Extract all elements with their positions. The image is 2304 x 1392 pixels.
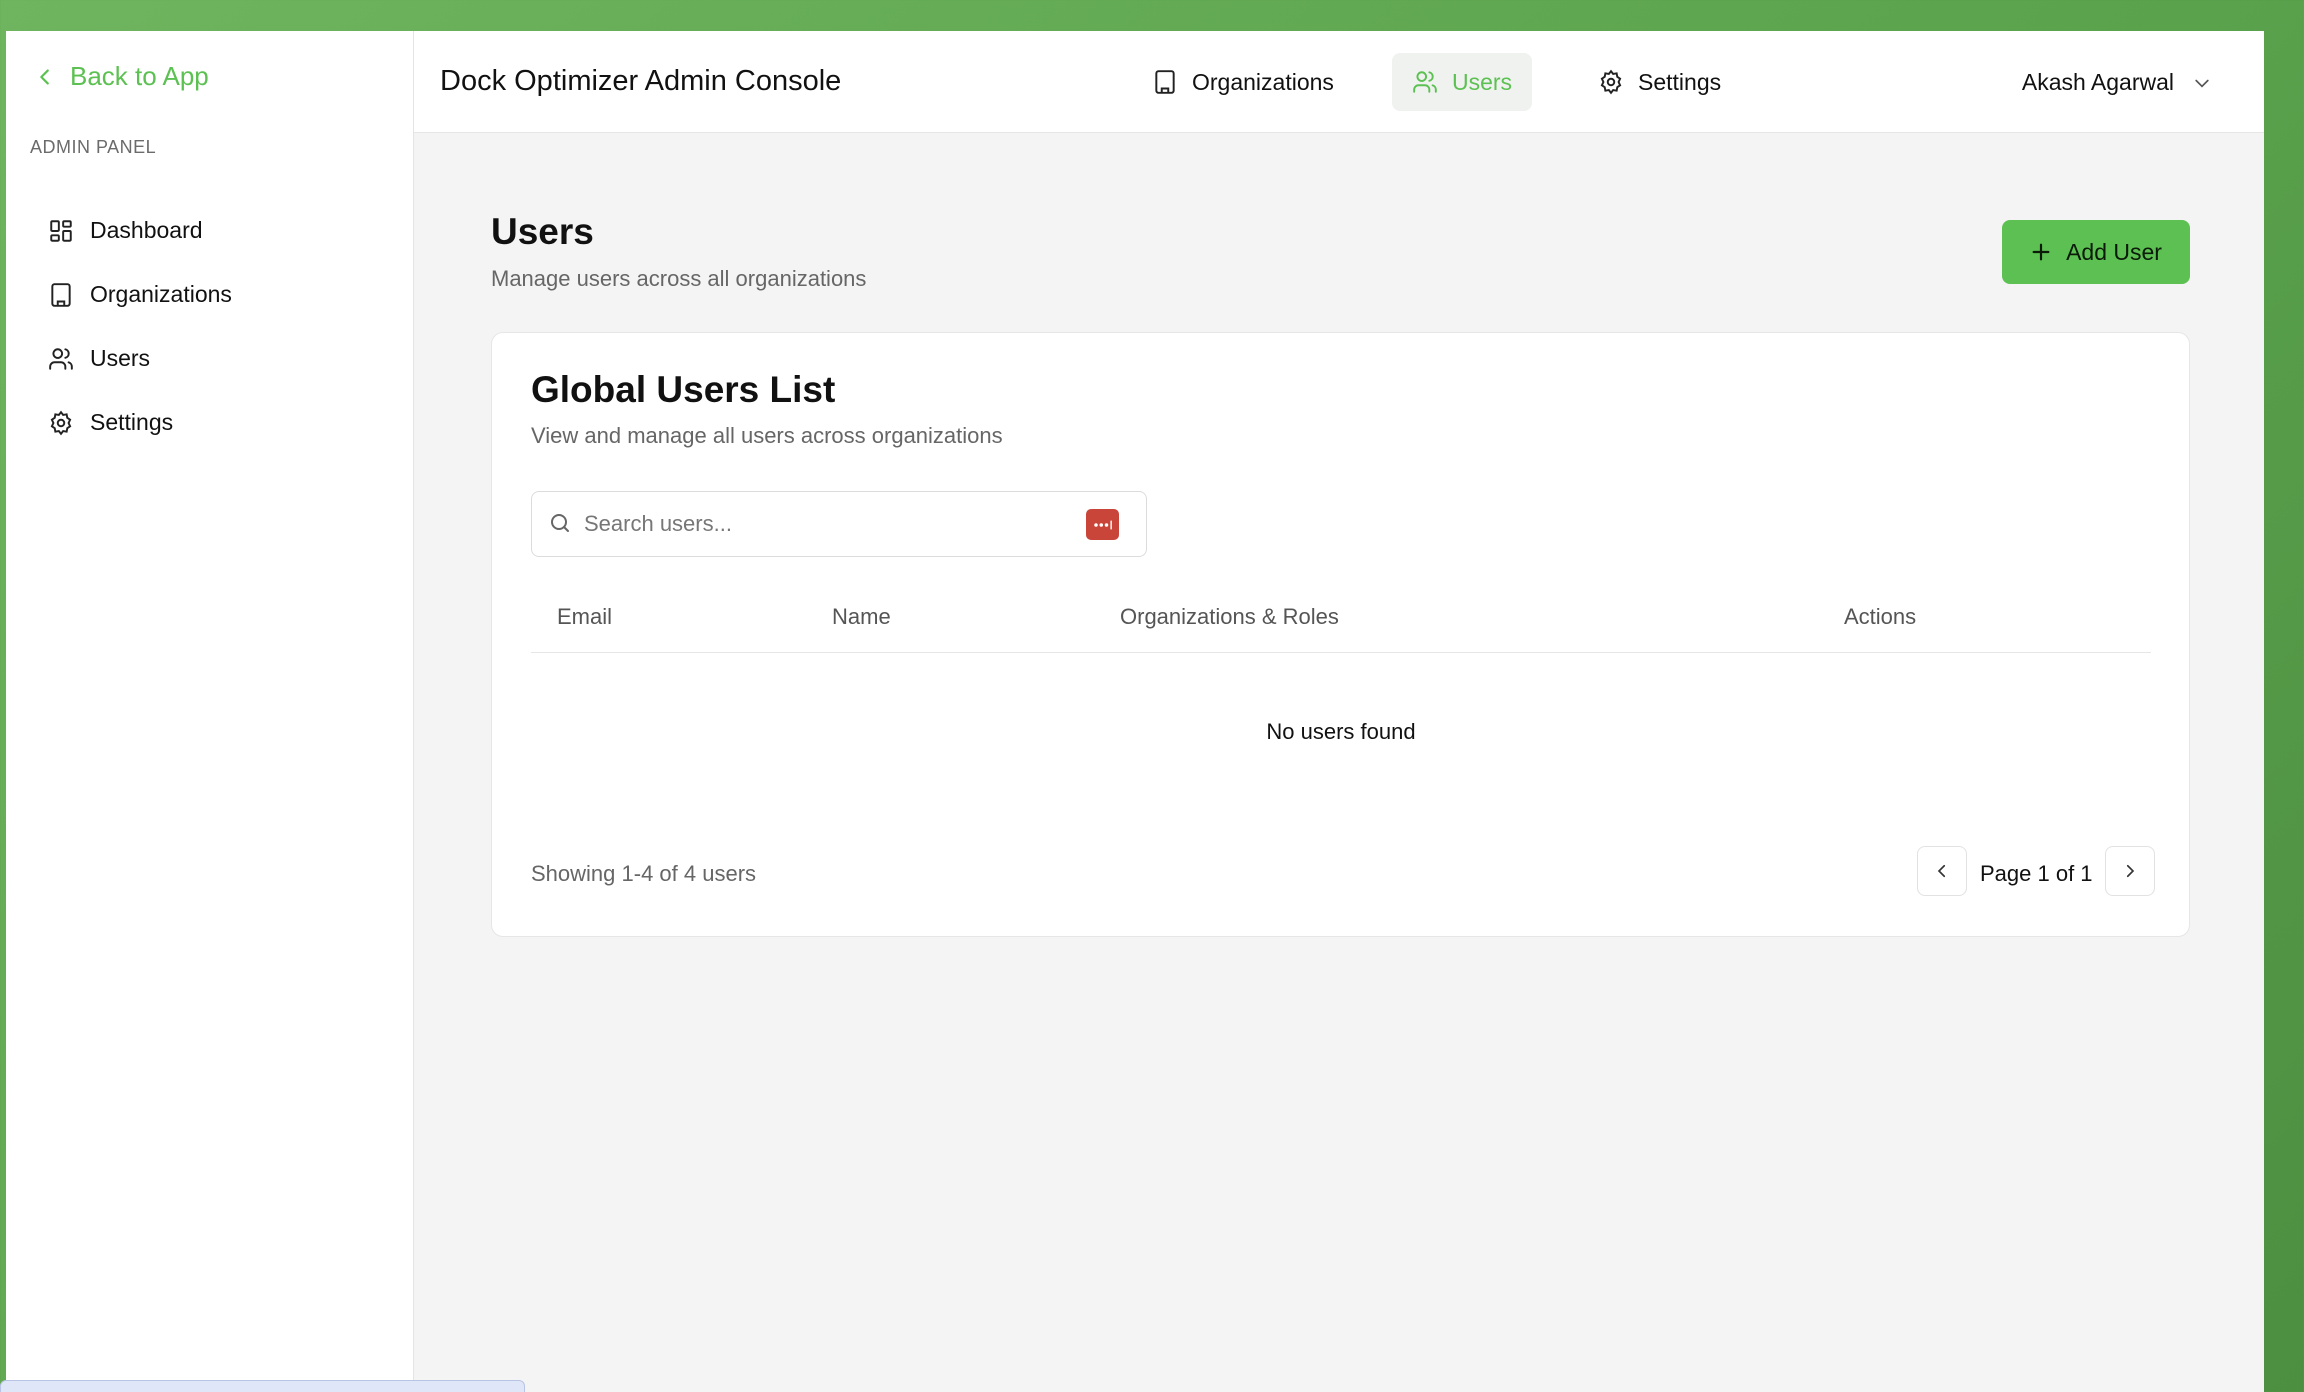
sidebar-item-users[interactable]: Users bbox=[48, 345, 150, 372]
column-header-email: Email bbox=[557, 604, 613, 629]
app-window: Back to App ADMIN PANEL Dashboard Organi… bbox=[6, 31, 2264, 1392]
tab-label: Organizations bbox=[1192, 68, 1334, 95]
sidebar: Back to App ADMIN PANEL Dashboard Organi… bbox=[6, 31, 414, 1392]
app-title: Dock Optimizer Admin Console bbox=[440, 65, 842, 97]
gear-icon bbox=[50, 410, 72, 435]
gear-icon bbox=[1600, 69, 1622, 95]
column-header-actions: Actions bbox=[1844, 604, 1917, 629]
sidebar-item-settings[interactable]: Settings bbox=[48, 409, 173, 436]
table-header: Email Name Organizations & Roles Actions bbox=[531, 588, 2151, 653]
pagination-summary: Showing 1-4 of 4 users bbox=[531, 861, 757, 886]
add-user-label: Add User bbox=[2066, 238, 2162, 265]
next-page-button[interactable] bbox=[2105, 846, 2155, 896]
previous-page-button[interactable] bbox=[1917, 846, 1967, 896]
users-icon bbox=[1413, 71, 1437, 93]
user-name: Akash Agarwal bbox=[2021, 69, 2174, 95]
user-menu[interactable]: Akash Agarwal bbox=[2022, 69, 2212, 96]
column-header-organizations-roles: Organizations & Roles bbox=[1120, 604, 1339, 629]
taskbar-fragment bbox=[0, 1380, 525, 1392]
dots-icon bbox=[1093, 520, 1112, 529]
page-indicator: Page 1 of 1 bbox=[1980, 861, 2093, 886]
column-header-name: Name bbox=[832, 604, 891, 629]
users-card: Global Users List View and manage all us… bbox=[491, 332, 2190, 937]
tab-label: Settings bbox=[1638, 68, 1722, 95]
back-to-app-link[interactable]: Back to App bbox=[34, 61, 209, 92]
chevron-down-icon bbox=[2195, 79, 2209, 88]
search-box bbox=[531, 491, 1147, 557]
password-manager-icon[interactable] bbox=[1086, 509, 1119, 540]
building-icon bbox=[1155, 70, 1175, 94]
tab-organizations[interactable]: Organizations bbox=[1132, 53, 1354, 111]
sidebar-item-dashboard[interactable]: Dashboard bbox=[48, 217, 203, 244]
sidebar-item-label: Dashboard bbox=[90, 217, 203, 243]
card-subtitle: View and manage all users across organiz… bbox=[531, 423, 1003, 448]
admin-panel-label: ADMIN PANEL bbox=[30, 137, 157, 157]
add-user-button[interactable]: Add User bbox=[2002, 220, 2190, 284]
sidebar-item-label: Users bbox=[90, 345, 151, 371]
empty-state-text: No users found bbox=[1266, 719, 1416, 744]
tab-settings[interactable]: Settings bbox=[1578, 53, 1741, 111]
building-icon bbox=[51, 282, 71, 307]
page-title: Users bbox=[491, 211, 594, 252]
sidebar-item-organizations[interactable]: Organizations bbox=[48, 281, 232, 308]
card-title: Global Users List bbox=[531, 369, 836, 410]
chevron-right-icon bbox=[2126, 864, 2135, 878]
search-icon bbox=[551, 514, 569, 532]
tab-label: Users bbox=[1452, 68, 1513, 95]
users-icon bbox=[49, 347, 73, 370]
sidebar-item-label: Organizations bbox=[90, 281, 232, 307]
back-to-app-label: Back to App bbox=[70, 61, 209, 91]
top-header: Dock Optimizer Admin Console Organizatio… bbox=[414, 31, 2264, 133]
chevron-left-icon bbox=[1937, 864, 1946, 878]
sidebar-item-label: Settings bbox=[90, 409, 174, 435]
tab-users[interactable]: Users bbox=[1392, 53, 1533, 111]
chevron-left-icon bbox=[40, 68, 49, 85]
dashboard-icon bbox=[50, 219, 72, 242]
search-input[interactable] bbox=[584, 504, 1084, 544]
plus-icon bbox=[2032, 243, 2050, 261]
page-subtitle: Manage users across all organizations bbox=[491, 266, 867, 291]
